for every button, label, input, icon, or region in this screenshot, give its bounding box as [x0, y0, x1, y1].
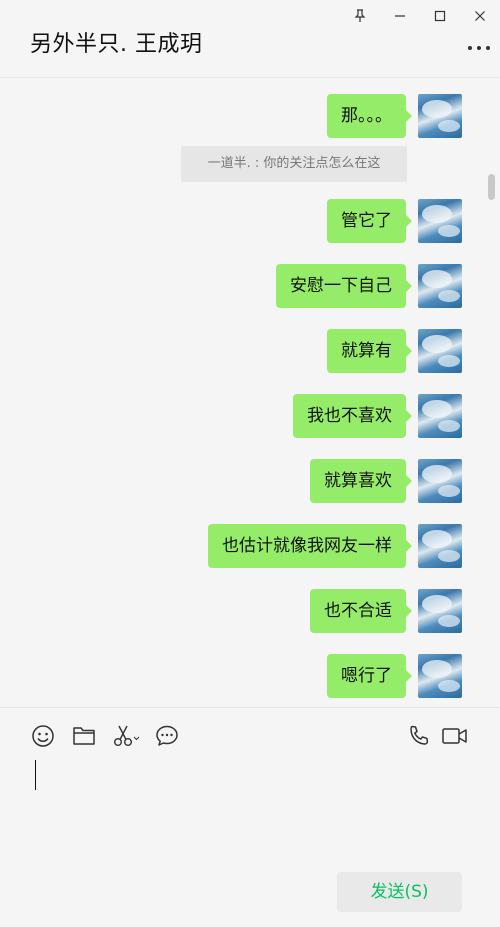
- more-options-icon[interactable]: [468, 44, 490, 52]
- avatar[interactable]: [418, 589, 462, 633]
- window-controls: [340, 0, 500, 32]
- video-icon: [442, 728, 467, 744]
- message-bubble[interactable]: 那。。。: [327, 94, 412, 138]
- screenshot-button[interactable]: [111, 723, 141, 749]
- message-bubble[interactable]: 嗯行了: [327, 654, 412, 698]
- close-button[interactable]: [460, 0, 500, 32]
- message-row: 安慰一下自己: [276, 264, 462, 308]
- message-row: 也估计就像我网友一样: [208, 524, 462, 568]
- folder-icon: [73, 727, 95, 745]
- message-row: 那。。。: [327, 94, 462, 138]
- message-bubble[interactable]: 管它了: [327, 199, 412, 243]
- chat-bubble-icon: [156, 725, 178, 746]
- close-icon: [475, 11, 485, 21]
- text-caret: [35, 760, 36, 790]
- message-bubble[interactable]: 也估计就像我网友一样: [208, 524, 412, 568]
- message-row: 嗯行了: [327, 654, 462, 698]
- title-bar: 另外半只. 王成玥: [0, 0, 500, 78]
- maximize-button[interactable]: [420, 0, 460, 32]
- send-button[interactable]: 发送(S): [337, 872, 462, 912]
- message-bubble[interactable]: 我也不喜欢: [293, 394, 412, 438]
- message-bubble[interactable]: 也不合适: [310, 589, 412, 633]
- message-bubble[interactable]: 就算有: [327, 329, 412, 373]
- maximize-icon: [434, 10, 446, 22]
- message-row: 就算有: [327, 329, 462, 373]
- avatar[interactable]: [418, 524, 462, 568]
- message-row: 就算喜欢: [310, 459, 462, 503]
- avatar[interactable]: [418, 94, 462, 138]
- message-row: 管它了: [327, 199, 462, 243]
- chat-messages[interactable]: 那。。。 一道半. : 你的关注点怎么在这 管它了 安慰一下自己 就算有 我也不…: [0, 79, 500, 707]
- message-row: 我也不喜欢: [293, 394, 462, 438]
- message-bubble[interactable]: 安慰一下自己: [276, 264, 412, 308]
- video-call-button[interactable]: [441, 723, 469, 749]
- avatar[interactable]: [418, 654, 462, 698]
- avatar[interactable]: [418, 394, 462, 438]
- system-message: 一道半. : 你的关注点怎么在这: [181, 146, 407, 182]
- pin-button[interactable]: [340, 0, 380, 32]
- avatar[interactable]: [418, 329, 462, 373]
- scrollbar-thumb[interactable]: [488, 174, 495, 200]
- emoji-button[interactable]: [30, 723, 56, 749]
- chat-history-button[interactable]: [154, 723, 180, 749]
- file-button[interactable]: [71, 723, 97, 749]
- emoji-icon: [32, 725, 54, 747]
- message-input[interactable]: [0, 748, 500, 868]
- avatar[interactable]: [418, 459, 462, 503]
- minimize-icon: [395, 15, 405, 17]
- voice-call-button[interactable]: [406, 723, 432, 749]
- avatar[interactable]: [418, 264, 462, 308]
- pin-icon: [354, 9, 366, 22]
- phone-icon: [410, 725, 429, 745]
- message-bubble[interactable]: 就算喜欢: [310, 459, 412, 503]
- avatar[interactable]: [418, 199, 462, 243]
- scissors-icon: [114, 725, 140, 746]
- chat-title: 另外半只. 王成玥: [30, 32, 203, 57]
- message-row: 也不合适: [310, 589, 462, 633]
- minimize-button[interactable]: [380, 0, 420, 32]
